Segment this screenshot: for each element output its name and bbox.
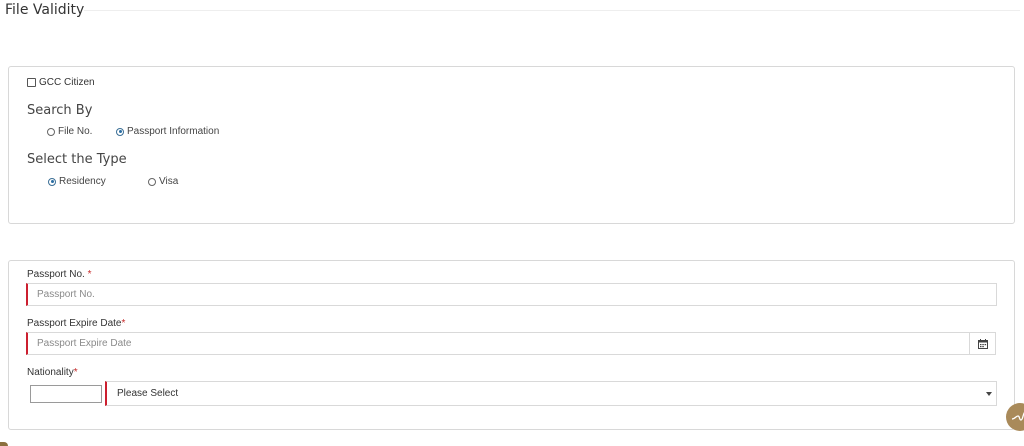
- gcc-citizen-checkbox[interactable]: GCC Citizen: [27, 77, 95, 88]
- passport-no-label-text: Passport No.: [27, 269, 85, 280]
- radio-passport-information-button[interactable]: [116, 127, 124, 136]
- passport-expire-placeholder: Passport Expire Date: [37, 338, 132, 349]
- passport-no-placeholder: Passport No.: [37, 289, 95, 300]
- passport-no-input[interactable]: Passport No.: [26, 283, 997, 306]
- search-by-label: Search By: [27, 103, 93, 118]
- radio-passport-information[interactable]: Passport Information: [116, 126, 219, 137]
- radio-visa-button[interactable]: [148, 177, 156, 186]
- radio-file-no[interactable]: File No.: [47, 126, 92, 137]
- required-mark: *: [87, 269, 92, 280]
- radio-visa[interactable]: Visa: [148, 176, 178, 187]
- required-mark: *: [73, 367, 78, 378]
- corner-decoration: [0, 442, 8, 446]
- nationality-label: Nationality*: [27, 367, 78, 378]
- title-divider: [84, 10, 1020, 11]
- page-title: File Validity: [5, 2, 85, 18]
- calendar-icon: [977, 338, 988, 349]
- nationality-select[interactable]: Please Select: [105, 381, 997, 406]
- nationality-code-input[interactable]: [30, 385, 102, 403]
- search-options-panel: GCC Citizen Search By File No. Passport …: [8, 66, 1015, 224]
- radio-residency-label: Residency: [59, 176, 106, 187]
- nationality-label-text: Nationality: [27, 367, 74, 378]
- passport-expire-label: Passport Expire Date*: [27, 318, 125, 329]
- radio-file-no-button[interactable]: [47, 127, 55, 136]
- select-type-label: Select the Type: [27, 152, 127, 167]
- passport-form-panel: Passport No. * Passport No. Passport Exp…: [8, 260, 1015, 430]
- gcc-citizen-label: GCC Citizen: [39, 77, 95, 88]
- calendar-button[interactable]: [969, 332, 996, 355]
- chevron-down-icon: [986, 392, 992, 396]
- passport-no-label: Passport No. *: [27, 269, 92, 280]
- radio-residency-button[interactable]: [48, 177, 56, 186]
- radio-residency[interactable]: Residency: [48, 176, 106, 187]
- page-header: File Validity: [0, 0, 1024, 22]
- radio-visa-label: Visa: [159, 176, 179, 187]
- assistant-icon: [1011, 412, 1024, 421]
- passport-expire-input[interactable]: Passport Expire Date: [26, 332, 970, 355]
- required-mark: *: [121, 318, 126, 329]
- radio-passport-information-label: Passport Information: [127, 126, 220, 137]
- passport-expire-label-text: Passport Expire Date: [27, 318, 122, 329]
- radio-file-no-label: File No.: [58, 126, 93, 137]
- checkbox-box[interactable]: [27, 78, 36, 87]
- nationality-selected-value: Please Select: [117, 388, 179, 399]
